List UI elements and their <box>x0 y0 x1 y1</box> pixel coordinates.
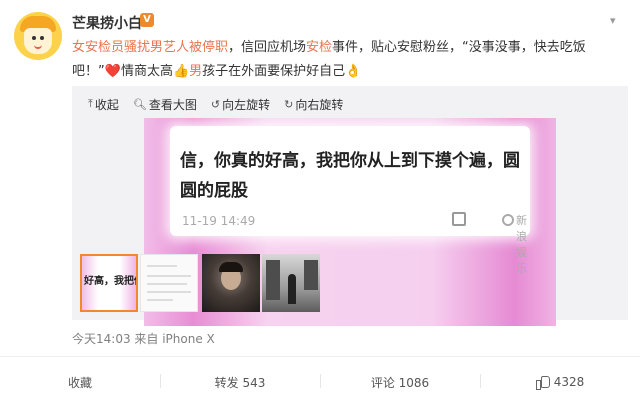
avatar-face <box>24 28 52 54</box>
thumbnail-building <box>266 260 280 300</box>
rotate-right-icon: ↻ <box>284 97 294 111</box>
post-highlight-link[interactable]: 安检 <box>306 40 332 55</box>
magnifier-icon: 🔍︎ <box>132 97 147 111</box>
weibo-post-card: 芒果捞小白 V ▾ 女安检员骚扰男艺人被停职，信回应机场安检事件，贴心安慰粉丝，… <box>0 0 640 407</box>
weibo-logo-icon <box>502 214 514 226</box>
rotate-left-icon: ↺ <box>210 97 221 111</box>
avatar[interactable] <box>14 12 62 60</box>
thumbs-up-icon <box>535 376 550 390</box>
image-toolbar: ⤒ 收起 🔍︎ 查看大图 ↺ 向左旋转 ↻ 向右旋转 <box>88 96 343 112</box>
ok-hand-emoji-icon: 👌 <box>345 64 362 79</box>
image-time: 11-19 14:49 <box>182 214 256 228</box>
like-count: 4328 <box>553 375 585 389</box>
avatar-eye-left <box>32 36 36 40</box>
thumbnail-1[interactable]: 好高，我把你从 <box>80 254 138 312</box>
favorite-button[interactable]: 收藏 <box>0 357 160 407</box>
image-message: 信，你真的好高，我把你从上到下摸个遍，圆圆的屁股 <box>180 151 520 201</box>
thumbnail-1-text: 好高，我把你从 <box>84 276 136 287</box>
like-button[interactable]: 4328 <box>480 357 640 407</box>
message-bubble: 信，你真的好高，我把你从上到下摸个遍，圆圆的屁股 11-19 14:49 新浪娱… <box>170 126 530 275</box>
thumbnail-2[interactable] <box>140 254 198 312</box>
rotate-left-label: 向左旋转 <box>222 97 271 112</box>
favorite-label: 收藏 <box>67 375 92 390</box>
thumbnail-3[interactable] <box>202 254 260 312</box>
thumbnail-strip: 好高，我把你从 <box>72 254 628 314</box>
post-text-part: ，信回应机场 <box>228 40 307 55</box>
thumbnail-line <box>147 275 191 277</box>
action-bar: 收藏 转发 543 评论 1086 4328 <box>0 357 640 407</box>
share-icon <box>452 212 466 226</box>
view-large-label: 查看大图 <box>148 97 197 112</box>
post-text-part: 孩子在外面要保护好自己 <box>202 64 346 79</box>
collapse-button[interactable]: ⤒ 收起 <box>88 96 119 112</box>
repost-button[interactable]: 转发 543 <box>160 357 320 407</box>
thumbnail-line <box>147 283 187 285</box>
thumbnail-line <box>147 299 173 301</box>
post-topic-link[interactable]: 女安检员骚扰男艺人被停职 <box>72 40 228 55</box>
heart-emoji-icon: ❤️ <box>104 64 121 79</box>
thumbnail-building <box>304 260 318 290</box>
rotate-left-button[interactable]: ↺ 向左旋转 <box>211 96 270 112</box>
collapse-label: 收起 <box>94 97 119 112</box>
thumbnail-line <box>147 291 191 293</box>
thumbnail-portrait-hair <box>219 262 243 272</box>
chevron-down-icon[interactable]: ▾ <box>610 14 622 27</box>
comment-label: 评论 1086 <box>370 375 430 390</box>
thumbs-up-emoji-icon: 👍 <box>172 64 190 79</box>
repost-label: 转发 543 <box>214 375 266 390</box>
username[interactable]: 芒果捞小白 <box>72 13 142 33</box>
arrow-up-icon: ⤒ <box>88 97 93 110</box>
post-text: 女安检员骚扰男艺人被停职，信回应机场安检事件，贴心安慰粉丝，“没事没事，快去吃饭… <box>72 36 620 84</box>
avatar-eye-right <box>40 36 44 40</box>
media-panel: ⤒ 收起 🔍︎ 查看大图 ↺ 向左旋转 ↻ 向右旋转 信，你真的好高，我把你从上… <box>72 86 628 326</box>
post-meta: 今天14:03 来自 iPhone X <box>72 332 215 346</box>
post-highlight-link[interactable]: 男 <box>189 64 202 79</box>
post-text-part: 情商太高 <box>120 64 173 79</box>
verified-badge: V <box>140 13 154 27</box>
thumbnail-4[interactable] <box>262 254 320 312</box>
rotate-right-label: 向右旋转 <box>295 97 344 112</box>
thumbnail-person <box>288 274 296 304</box>
rotate-right-button[interactable]: ↻ 向右旋转 <box>284 96 343 112</box>
comment-button[interactable]: 评论 1086 <box>320 357 480 407</box>
thumbnail-line <box>147 265 177 267</box>
view-large-button[interactable]: 🔍︎ 查看大图 <box>133 96 197 112</box>
